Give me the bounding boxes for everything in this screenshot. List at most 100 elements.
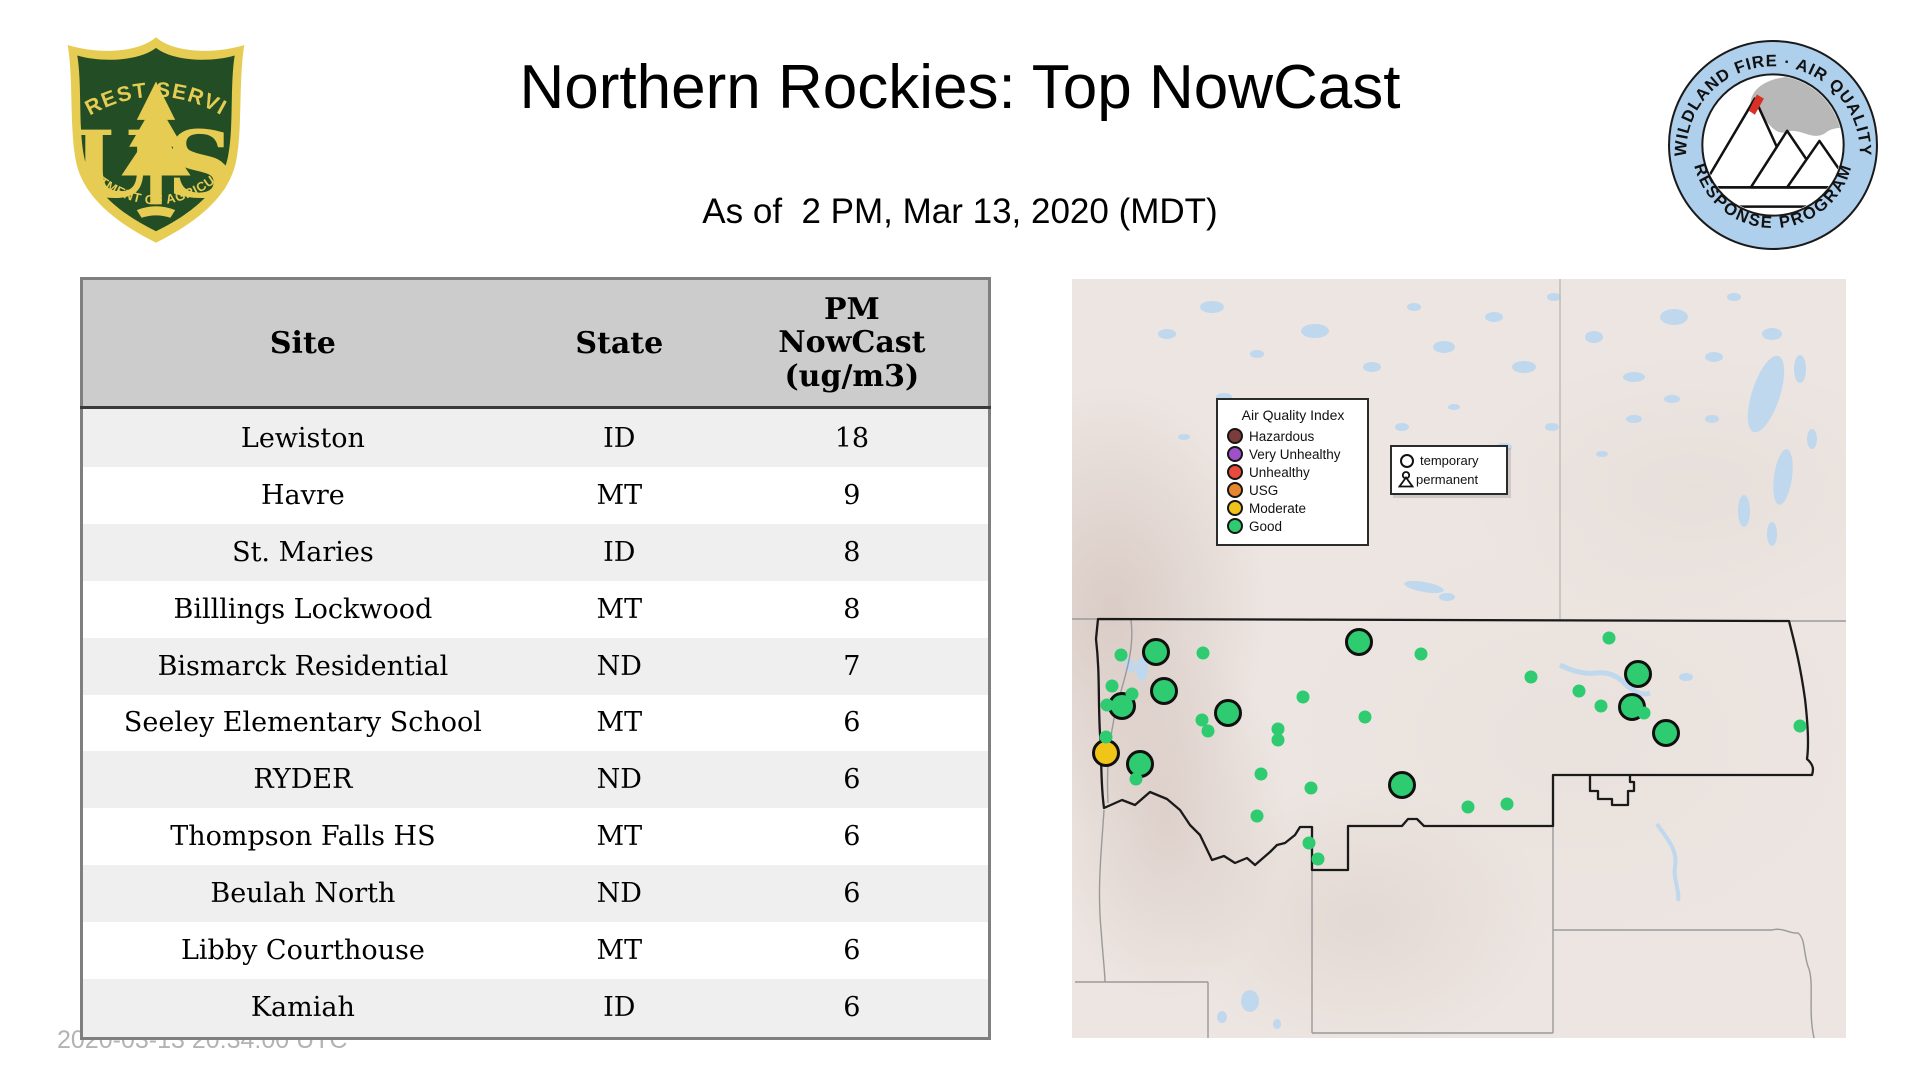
state-cell: ND [596, 878, 642, 910]
map-marker-good [1296, 690, 1310, 704]
map-marker-good [1099, 730, 1113, 744]
site-cell: Lewiston [240, 422, 365, 454]
map-marker-good [1793, 719, 1807, 733]
table-row: St. Maries ID 8 [81, 523, 990, 581]
page-title: Northern Rockies: Top NowCast [519, 53, 1401, 122]
value-cell: 18 [834, 422, 870, 454]
aqi-swatch-icon [1227, 482, 1243, 498]
map-marker-good [1214, 699, 1242, 727]
table-body: Lewiston ID 18 Havre MT 9 St. Maries ID 8 Billlin… [81, 407, 990, 1039]
map-marker-good [1572, 684, 1586, 698]
value-cell: 6 [843, 992, 861, 1024]
state-cell: MT [596, 593, 643, 625]
value-cell: 8 [843, 593, 861, 625]
map-marker-good [1201, 724, 1215, 738]
map-marker-good [1304, 781, 1318, 795]
aqi-legend-item: USG [1227, 482, 1359, 498]
table-row: Lewiston ID 18 [81, 407, 990, 468]
column-header-state: State [522, 278, 716, 409]
table-row: Seeley Elementary School MT 6 [81, 694, 990, 752]
aqi-item-label: Very Unhealthy [1249, 446, 1341, 462]
value-cell: 6 [843, 934, 861, 966]
map-marker-good [1345, 628, 1373, 656]
aqi-legend: Air Quality Index Hazardous Very Unhealth… [1216, 398, 1369, 546]
aqi-legend-item: Hazardous [1227, 428, 1359, 444]
column-header-pm-nowcast: PM NowCast (ug/m3) [715, 278, 990, 409]
aqi-item-label: USG [1249, 482, 1279, 498]
map-marker-good [1388, 771, 1416, 799]
state-cell: ID [603, 992, 636, 1024]
table-row: Beulah North ND 6 [81, 865, 990, 922]
aqi-swatch-icon [1227, 428, 1243, 444]
table-header-row: Site State PM NowCast (ug/m3) [81, 278, 990, 409]
map-marker-good [1125, 687, 1139, 701]
temporary-label: temporary [1420, 453, 1479, 468]
site-cell: Havre [261, 480, 345, 512]
value-cell: 9 [843, 480, 861, 512]
wfaqrp-badge-icon: WILDLAND FIRE · AIR QUALITY RESPONSE PRO… [1668, 40, 1878, 250]
permanent-marker-icon [1398, 471, 1414, 488]
marker-type-legend: temporary permanent [1390, 445, 1508, 495]
temporary-marker-icon [1400, 453, 1414, 468]
wfaqrp-logo: WILDLAND FIRE · AIR QUALITY RESPONSE PRO… [1666, 38, 1880, 252]
marker-layer [1072, 279, 1846, 1038]
table-row: RYDER ND 6 [81, 751, 990, 809]
aqi-item-label: Moderate [1249, 500, 1307, 516]
site-cell: Beulah North [210, 878, 396, 910]
map-marker-good [1624, 660, 1652, 688]
site-cell: Bismarck Residential [157, 650, 449, 682]
state-cell: MT [596, 707, 643, 739]
aqi-swatch-icon [1227, 518, 1243, 534]
table-row: Thompson Falls HS MT 6 [81, 808, 990, 866]
aqi-legend-item: Unhealthy [1227, 464, 1359, 480]
map-marker-good [1602, 631, 1616, 645]
value-cell: 6 [843, 821, 861, 853]
aqi-legend-item: Good [1227, 518, 1359, 534]
value-cell: 6 [843, 764, 861, 796]
map-marker-good [1105, 679, 1119, 693]
map-marker-good [1500, 797, 1514, 811]
aqi-swatch-icon [1227, 464, 1243, 480]
map-marker-good [1652, 719, 1680, 747]
map-marker-good [1594, 699, 1608, 713]
table-row: Bismarck Residential ND 7 [81, 637, 990, 695]
state-cell: MT [596, 934, 643, 966]
map-marker-good [1311, 852, 1325, 866]
aqi-legend-title: Air Quality Index [1241, 407, 1345, 423]
site-cell: Billlings Lockwood [173, 593, 433, 625]
map-marker-good [1271, 733, 1285, 747]
map-marker-good [1524, 670, 1538, 684]
state-cell: ID [603, 536, 636, 568]
aqi-swatch-icon [1227, 446, 1243, 462]
site-cell: Libby Courthouse [180, 934, 425, 966]
map-marker-good [1302, 836, 1316, 850]
map-marker-good [1142, 638, 1170, 666]
aqi-legend-items: Hazardous Very Unhealthy Unhealthy USG Moder… [1227, 428, 1359, 534]
map-marker-good [1414, 647, 1428, 661]
site-cell: Kamiah [250, 992, 355, 1024]
slide: 2020-03-13 20:34:00 UTC FOREST SERVICE D… [0, 0, 1920, 1080]
aqi-item-label: Good [1249, 518, 1283, 534]
map-marker-good [1461, 800, 1475, 814]
nowcast-table: Site State PM NowCast (ug/m3) Lewiston ID… [80, 277, 991, 1040]
value-cell: 6 [843, 878, 861, 910]
permanent-label: permanent [1416, 472, 1479, 487]
table-row: Billlings Lockwood MT 8 [81, 580, 990, 638]
state-cell: ID [603, 422, 636, 454]
map-marker-good [1114, 648, 1128, 662]
temporary-row: temporary [1398, 451, 1500, 470]
page-subtitle: As of 2 PM, Mar 13, 2020 (MDT) [702, 192, 1218, 231]
map-marker-good [1150, 677, 1178, 705]
site-cell: RYDER [253, 764, 353, 796]
state-cell: ND [596, 764, 642, 796]
aqi-legend-item: Moderate [1227, 500, 1359, 516]
table-row: Kamiah ID 6 [81, 978, 990, 1039]
permanent-row: permanent [1398, 470, 1500, 489]
map-marker-good [1358, 710, 1372, 724]
table-row: Havre MT 9 [81, 467, 990, 524]
site-cell: St. Maries [232, 536, 374, 568]
map-marker-good [1254, 767, 1268, 781]
aqi-item-label: Hazardous [1249, 428, 1315, 444]
aqi-swatch-icon [1227, 500, 1243, 516]
table-row: Libby Courthouse MT 6 [81, 921, 990, 979]
